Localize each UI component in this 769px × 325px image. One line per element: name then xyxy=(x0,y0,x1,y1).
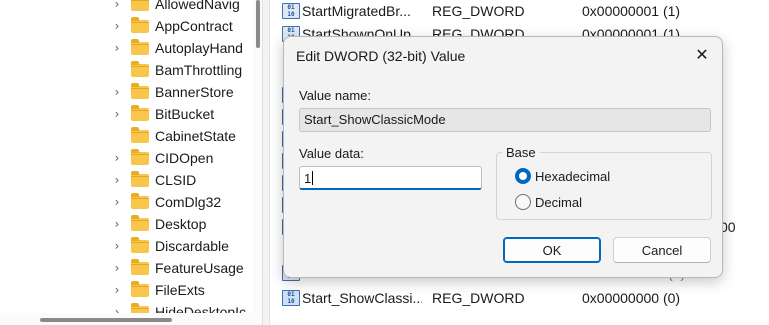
folder-icon xyxy=(131,16,149,33)
value-name: Start_ShowClassi... xyxy=(302,290,422,306)
radio-selected-icon[interactable] xyxy=(515,168,531,184)
tree-item[interactable]: › ComDlg32 xyxy=(110,191,260,213)
tree-item-label: ComDlg32 xyxy=(155,194,222,210)
folder-icon xyxy=(131,60,149,77)
value-row-selected[interactable]: 01 10 Start_ShowClassi... REG_DWORD 0x000… xyxy=(272,287,769,309)
tree-item[interactable]: › BitBucket xyxy=(110,103,260,125)
chevron-right-icon[interactable]: › xyxy=(110,85,124,99)
decimal-radio-option[interactable]: Decimal xyxy=(515,194,582,210)
hexadecimal-radio-option[interactable]: Hexadecimal xyxy=(515,168,610,184)
tree-item[interactable]: › FeatureUsage xyxy=(110,257,260,279)
tree-item-label: BamThrottling xyxy=(155,62,243,78)
tree-item-label: BitBucket xyxy=(155,106,215,122)
decimal-label: Decimal xyxy=(535,194,582,210)
value-data: 0x00000000 (0) xyxy=(582,290,681,306)
tree-item[interactable]: › Desktop xyxy=(110,213,260,235)
tree-item-label: Desktop xyxy=(155,216,207,232)
tree-horizontal-scrollbar[interactable] xyxy=(0,313,253,325)
tree-item[interactable]: › BannerStore xyxy=(110,81,260,103)
pane-splitter[interactable] xyxy=(262,0,270,325)
tree-item-label: CIDOpen xyxy=(155,150,214,166)
edit-dword-dialog: Edit DWORD (32-bit) Value ✕ Value name: … xyxy=(283,36,723,278)
value-data: 0x00000001 (1) xyxy=(582,3,681,19)
tree-vertical-scrollbar[interactable] xyxy=(253,0,262,325)
value-type: REG_DWORD xyxy=(432,290,525,306)
chevron-right-icon[interactable]: › xyxy=(110,107,124,121)
folder-icon xyxy=(131,104,149,121)
radio-unselected-icon[interactable] xyxy=(515,194,531,210)
tree-item[interactable]: › AppContract xyxy=(110,15,260,37)
chevron-right-icon[interactable]: › xyxy=(110,151,124,165)
chevron-right-icon[interactable]: › xyxy=(110,217,124,231)
tree-item-label: CLSID xyxy=(155,172,197,188)
dialog-title: Edit DWORD (32-bit) Value xyxy=(296,48,466,64)
tree-item[interactable]: › FileExts xyxy=(110,279,260,301)
folder-icon xyxy=(131,236,149,253)
hexadecimal-label: Hexadecimal xyxy=(535,168,611,184)
reg-binary-value-icon: 0110 xyxy=(282,3,300,19)
base-label: Base xyxy=(502,145,540,160)
chevron-right-icon[interactable]: › xyxy=(110,239,124,253)
ok-button[interactable]: OK xyxy=(503,237,601,263)
tree-item[interactable]: › Discardable xyxy=(110,235,260,257)
tree-item-label: FileExts xyxy=(155,282,205,298)
tree-item[interactable]: › CIDOpen xyxy=(110,147,260,169)
tree-item-label: AppContract xyxy=(155,18,233,34)
cancel-button[interactable]: Cancel xyxy=(613,237,711,263)
chevron-right-icon[interactable]: › xyxy=(110,0,124,11)
tree-item[interactable]: CabinetState xyxy=(110,125,260,147)
folder-icon xyxy=(131,126,149,143)
folder-icon xyxy=(131,148,149,165)
scrollbar-thumb[interactable] xyxy=(40,318,172,322)
text-caret xyxy=(312,171,314,185)
chevron-right-icon[interactable]: › xyxy=(110,261,124,275)
chevron-right-icon[interactable]: › xyxy=(110,283,124,297)
value-name-label: Value name: xyxy=(299,88,372,103)
scrollbar-thumb[interactable] xyxy=(256,0,260,48)
tree-item-label: BannerStore xyxy=(155,84,234,100)
value-type: REG_DWORD xyxy=(432,3,525,19)
tree-item-label: FeatureUsage xyxy=(155,260,244,276)
value-name: StartMigratedBr... xyxy=(302,3,411,19)
folder-icon xyxy=(131,280,149,297)
tree-item[interactable]: BamThrottling xyxy=(110,59,260,81)
chevron-right-icon[interactable]: › xyxy=(110,41,124,55)
tree-item-label: AutoplayHand xyxy=(155,40,243,56)
reg-binary-value-icon: 0110 xyxy=(282,290,300,306)
value-row[interactable]: 01 10 StartMigratedBr... REG_DWORD 0x0000… xyxy=(272,0,769,22)
tree-item[interactable]: › AutoplayHand xyxy=(110,37,260,59)
folder-icon xyxy=(131,192,149,209)
folder-icon xyxy=(131,258,149,275)
folder-icon xyxy=(131,0,149,11)
chevron-right-icon[interactable]: › xyxy=(110,19,124,33)
value-data-input[interactable]: 1 xyxy=(299,166,482,190)
value-data-text: 1 xyxy=(304,171,312,186)
tree-item[interactable]: › AllowedNavig xyxy=(110,0,260,15)
value-name-field: Start_ShowClassicMode xyxy=(299,108,711,132)
folder-icon xyxy=(131,170,149,187)
chevron-right-icon[interactable]: › xyxy=(110,195,124,209)
tree-item-label: AllowedNavig xyxy=(155,0,240,12)
registry-key-tree[interactable]: › AllowedNavig › AppContract › AutoplayH… xyxy=(0,0,262,325)
value-data-label: Value data: xyxy=(299,146,364,161)
tree-item-label: CabinetState xyxy=(155,128,236,144)
tree-item[interactable]: › CLSID xyxy=(110,169,260,191)
close-icon[interactable]: ✕ xyxy=(686,41,718,69)
registry-editor-window: { "tree": { "items": [ {"label": "Allowe… xyxy=(0,0,769,325)
chevron-right-icon[interactable]: › xyxy=(110,173,124,187)
folder-icon xyxy=(131,214,149,231)
folder-icon xyxy=(131,38,149,55)
tree-item-label: Discardable xyxy=(155,238,229,254)
folder-icon xyxy=(131,82,149,99)
